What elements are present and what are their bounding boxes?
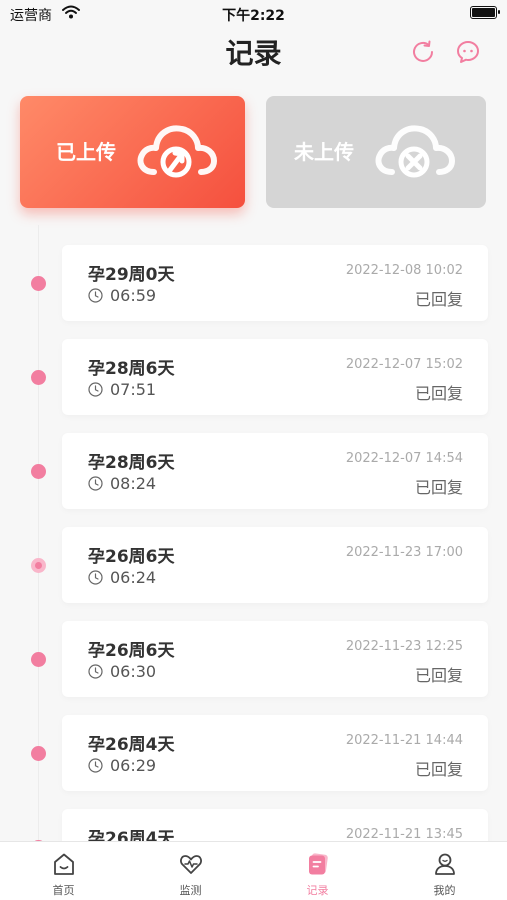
tab-bar: 首页 监测 记录 我的 [0, 841, 507, 900]
tab-not-uploaded[interactable]: 未上传 [266, 96, 486, 208]
record-duration: 06:24 [110, 568, 157, 587]
clock-icon [88, 570, 103, 585]
cloud-upload-icon [137, 125, 217, 178]
record-duration: 06:59 [110, 286, 157, 305]
list-item: 孕26周6天 06:24 2022-11-23 17:00 [0, 527, 507, 603]
record-card[interactable]: 孕26周4天 06:29 2022-11-21 14:44 已回复 [62, 715, 488, 791]
status-time: 下午2:22 [222, 8, 285, 24]
record-datetime: 2022-11-23 12:25 [345, 639, 463, 654]
record-card[interactable]: 孕28周6天 07:51 2022-12-07 15:02 已回复 [62, 339, 488, 415]
record-status: 已回复 [414, 384, 463, 403]
home-icon [53, 853, 74, 875]
list-item: 孕26周4天 06:29 2022-11-21 14:44 已回复 [0, 715, 507, 791]
record-week: 孕28周6天 [88, 359, 175, 379]
list-item: 孕29周0天 06:59 2022-12-08 10:02 已回复 [0, 245, 507, 321]
list-item: 孕28周6天 08:24 2022-12-07 14:54 已回复 [0, 433, 507, 509]
record-datetime: 2022-11-23 17:00 [345, 545, 463, 560]
tab-monitor-label: 监测 [179, 884, 202, 897]
list-item: 孕28周6天 07:51 2022-12-07 15:02 已回复 [0, 339, 507, 415]
record-datetime: 2022-12-07 14:54 [345, 451, 463, 466]
timeline-dot [31, 746, 46, 761]
record-duration: 06:29 [110, 756, 157, 775]
tab-monitor[interactable]: 监测 [127, 842, 254, 900]
clock-icon [88, 664, 103, 679]
timeline-dot-current [31, 558, 46, 573]
battery-icon [470, 6, 500, 19]
cloud-error-icon [375, 125, 455, 178]
clock-icon [88, 288, 103, 303]
timeline-dot [31, 464, 46, 479]
clock-icon [88, 758, 103, 773]
tab-uploaded[interactable]: 已上传 [20, 96, 245, 208]
record-card[interactable]: 孕28周6天 08:24 2022-12-07 14:54 已回复 [62, 433, 488, 509]
profile-icon [434, 853, 455, 875]
timeline-dot [31, 652, 46, 667]
timeline-dot [31, 276, 46, 291]
tab-home-label: 首页 [52, 884, 75, 897]
tab-uploaded-label: 已上传 [56, 140, 116, 164]
record-datetime: 2022-11-21 14:44 [345, 733, 463, 748]
record-card[interactable]: 孕29周0天 06:59 2022-12-08 10:02 已回复 [62, 245, 488, 321]
record-week: 孕26周6天 [88, 641, 175, 661]
timeline-dot [31, 370, 46, 385]
record-status: 已回复 [414, 666, 463, 685]
tab-records-label: 记录 [306, 884, 329, 897]
record-status: 已回复 [414, 290, 463, 309]
heart-pulse-icon [179, 855, 202, 874]
record-status: 已回复 [414, 478, 463, 497]
record-datetime: 2022-12-08 10:02 [345, 263, 463, 278]
record-datetime: 2022-12-07 15:02 [345, 357, 463, 372]
record-card[interactable]: 孕26周6天 06:24 2022-11-23 17:00 [62, 527, 488, 603]
refresh-icon[interactable] [410, 39, 436, 65]
record-week: 孕28周6天 [88, 453, 175, 473]
record-datetime: 2022-11-21 13:45 [345, 827, 463, 842]
tab-not-uploaded-label: 未上传 [294, 140, 354, 164]
tab-records[interactable]: 记录 [254, 842, 381, 900]
record-duration: 06:30 [110, 662, 157, 681]
tab-profile[interactable]: 我的 [381, 842, 507, 900]
record-week: 孕26周4天 [88, 735, 175, 755]
message-icon[interactable] [455, 39, 481, 65]
tab-profile-label: 我的 [433, 884, 456, 897]
record-status: 已回复 [414, 760, 463, 779]
tab-home[interactable]: 首页 [0, 842, 127, 900]
record-icon [308, 853, 328, 875]
clock-icon [88, 476, 103, 491]
record-week: 孕29周0天 [88, 265, 175, 285]
clock-icon [88, 382, 103, 397]
record-week: 孕26周6天 [88, 547, 175, 567]
status-bar: 运营商 下午2:22 [0, 0, 507, 28]
record-duration: 08:24 [110, 474, 157, 493]
list-item: 孕26周6天 06:30 2022-11-23 12:25 已回复 [0, 621, 507, 697]
record-duration: 07:51 [110, 380, 157, 399]
record-card[interactable]: 孕26周6天 06:30 2022-11-23 12:25 已回复 [62, 621, 488, 697]
